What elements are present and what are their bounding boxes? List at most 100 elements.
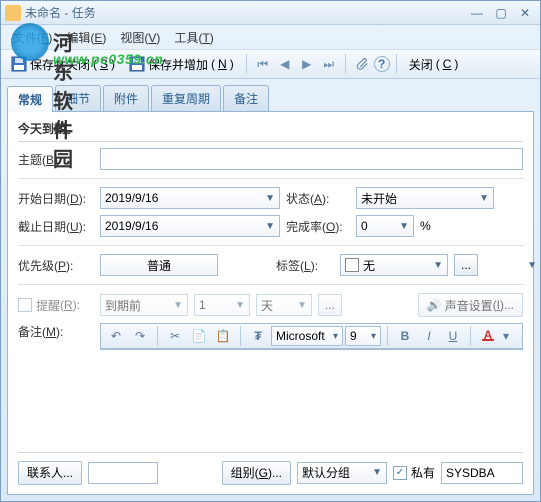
contacts-button[interactable]: 联系人... [18,461,82,485]
tab-attachments[interactable]: 附件 [103,85,149,111]
general-panel: 今天到期。 主题(B): 开始日期(D): 2019/9/16▼ 状态(A): … [7,112,534,495]
font-size-select[interactable]: 9▾ [345,326,381,346]
divider-icon [18,245,523,246]
attachment-button[interactable] [352,54,372,74]
chevron-down-icon: ▼ [265,221,275,232]
minimize-button[interactable]: — [466,4,488,22]
insert-text-icon[interactable]: ₮ [247,326,269,346]
font-select[interactable]: Microsoft▾ [271,326,343,346]
italic-button[interactable]: I [418,326,440,346]
undo-button[interactable]: ↶ [105,326,127,346]
chevron-down-icon: ▾ [333,331,338,342]
floppy-icon [11,56,27,72]
paperclip-icon [355,57,369,71]
chevron-down-icon: ▼ [173,300,183,311]
subject-label: 主题(B): [18,151,94,168]
menu-file[interactable]: 文件(F) [7,27,58,48]
font-color-dropdown[interactable]: ▾ [501,326,511,346]
cut-button[interactable]: ✂ [164,326,186,346]
tab-notes[interactable]: 备注 [223,85,269,111]
chevron-down-icon: ▼ [433,260,443,271]
group-select[interactable]: 默认分组▼ [297,462,387,484]
complete-spinner[interactable]: 0▼ [356,215,414,237]
editor-toolbar: ↶ ↷ ✂ 📄 📋 ₮ Microsoft▾ 9▾ B I U [100,323,523,349]
start-date-picker[interactable]: 2019/9/16▼ [100,187,280,209]
contacts-field[interactable] [88,462,158,484]
menu-view[interactable]: 视图(V) [114,27,166,48]
start-date-label: 开始日期(D): [18,190,94,207]
underline-button[interactable]: U [442,326,464,346]
chevron-down-icon: ▼ [372,467,382,478]
footer: 联系人... 组别(G)... 默认分组▼ ✓ 私有 SYSDBA [18,452,523,486]
help-button[interactable]: ? [374,56,390,72]
save-add-button[interactable]: 保存并增加(N) [123,54,240,75]
copy-button[interactable]: 📄 [188,326,210,346]
due-banner: 今天到期。 [18,120,523,142]
tab-general[interactable]: 常规 [7,86,53,112]
percent-unit: % [420,219,431,233]
reminder-more-button[interactable]: ... [318,294,342,316]
chevron-down-icon: ▼ [235,300,245,311]
private-checkbox[interactable]: ✓ [393,466,407,480]
close-button[interactable]: 关闭(C) [403,54,465,75]
reminder-when-select[interactable]: 到期前▼ [100,294,188,316]
chevron-down-icon: ▾ [371,331,376,342]
memo-label: 备注(M): [18,323,94,340]
close-window-button[interactable]: ✕ [514,4,536,22]
window-title: 未命名 - 任务 [25,4,464,21]
prev-record-button[interactable]: ◀ [275,54,295,74]
subject-input[interactable] [100,148,523,170]
tag-label: 标签(L): [276,257,334,274]
chevron-down-icon: ▼ [297,300,307,311]
status-label: 状态(A): [286,190,350,207]
reminder-checkbox[interactable] [18,298,32,312]
tabs: 常规 细节 附件 重复周期 备注 [7,85,534,112]
private-label: 私有 [411,464,435,481]
reminder-label: 提醒(R): [18,297,94,314]
toolbar: 保存并关闭(S) 保存并增加(N) ⏮ ◀ ▶ ⏭ ? 关闭(C) [1,49,540,79]
font-color-button[interactable]: A [477,326,499,346]
titlebar: 未命名 - 任务 — ▢ ✕ [1,1,540,25]
end-date-picker[interactable]: 2019/9/16▼ [100,215,280,237]
bold-button[interactable]: B [394,326,416,346]
save-close-button[interactable]: 保存并关闭(S) [5,54,121,75]
owner-field[interactable]: SYSDBA [441,462,523,484]
menubar: 河东软件园 www.pc0359.cn 文件(F) 编辑(E) 视图(V) 工具… [1,25,540,49]
maximize-button[interactable]: ▢ [490,4,512,22]
group-button[interactable]: 组别(G)... [222,461,291,485]
tag-more-button[interactable]: ... [454,254,478,276]
next-record-button[interactable]: ▶ [297,54,317,74]
memo-textarea[interactable] [100,349,523,350]
sound-settings-button[interactable]: 🔊 声音设置(I)... [418,293,523,317]
private-checkbox-wrap[interactable]: ✓ 私有 [393,464,435,481]
color-swatch-icon [345,258,359,272]
chevron-down-icon: ▼ [399,221,409,232]
separator-icon [345,54,346,74]
redo-button[interactable]: ↷ [129,326,151,346]
priority-select[interactable]: 普通▼ [100,254,218,276]
separator-icon [246,54,247,74]
tab-details[interactable]: 细节 [55,85,101,111]
complete-label: 完成率(O): [286,218,350,235]
tag-select[interactable]: 无▼ [340,254,448,276]
speaker-icon: 🔊 [427,298,442,312]
last-record-button[interactable]: ⏭ [319,54,339,74]
separator-icon [396,54,397,74]
menu-tools[interactable]: 工具(T) [168,27,219,48]
chevron-down-icon: ▼ [479,193,489,204]
first-record-button[interactable]: ⏮ [253,54,273,74]
end-date-label: 截止日期(U): [18,218,94,235]
paste-button[interactable]: 📋 [212,326,234,346]
status-select[interactable]: 未开始▼ [356,187,494,209]
menu-edit[interactable]: 编辑(E) [60,27,112,48]
floppy-plus-icon [129,56,145,72]
chevron-down-icon: ▼ [265,193,275,204]
task-window: 未命名 - 任务 — ▢ ✕ 河东软件园 www.pc0359.cn 文件(F)… [0,0,541,502]
chevron-down-icon: ▼ [527,260,534,271]
app-icon [5,5,21,21]
tab-recurrence[interactable]: 重复周期 [151,85,221,111]
priority-label: 优先级(P): [18,257,94,274]
reminder-unit-select[interactable]: 天▼ [256,294,312,316]
reminder-num-spinner[interactable]: 1▼ [194,294,250,316]
divider-icon [18,178,523,179]
